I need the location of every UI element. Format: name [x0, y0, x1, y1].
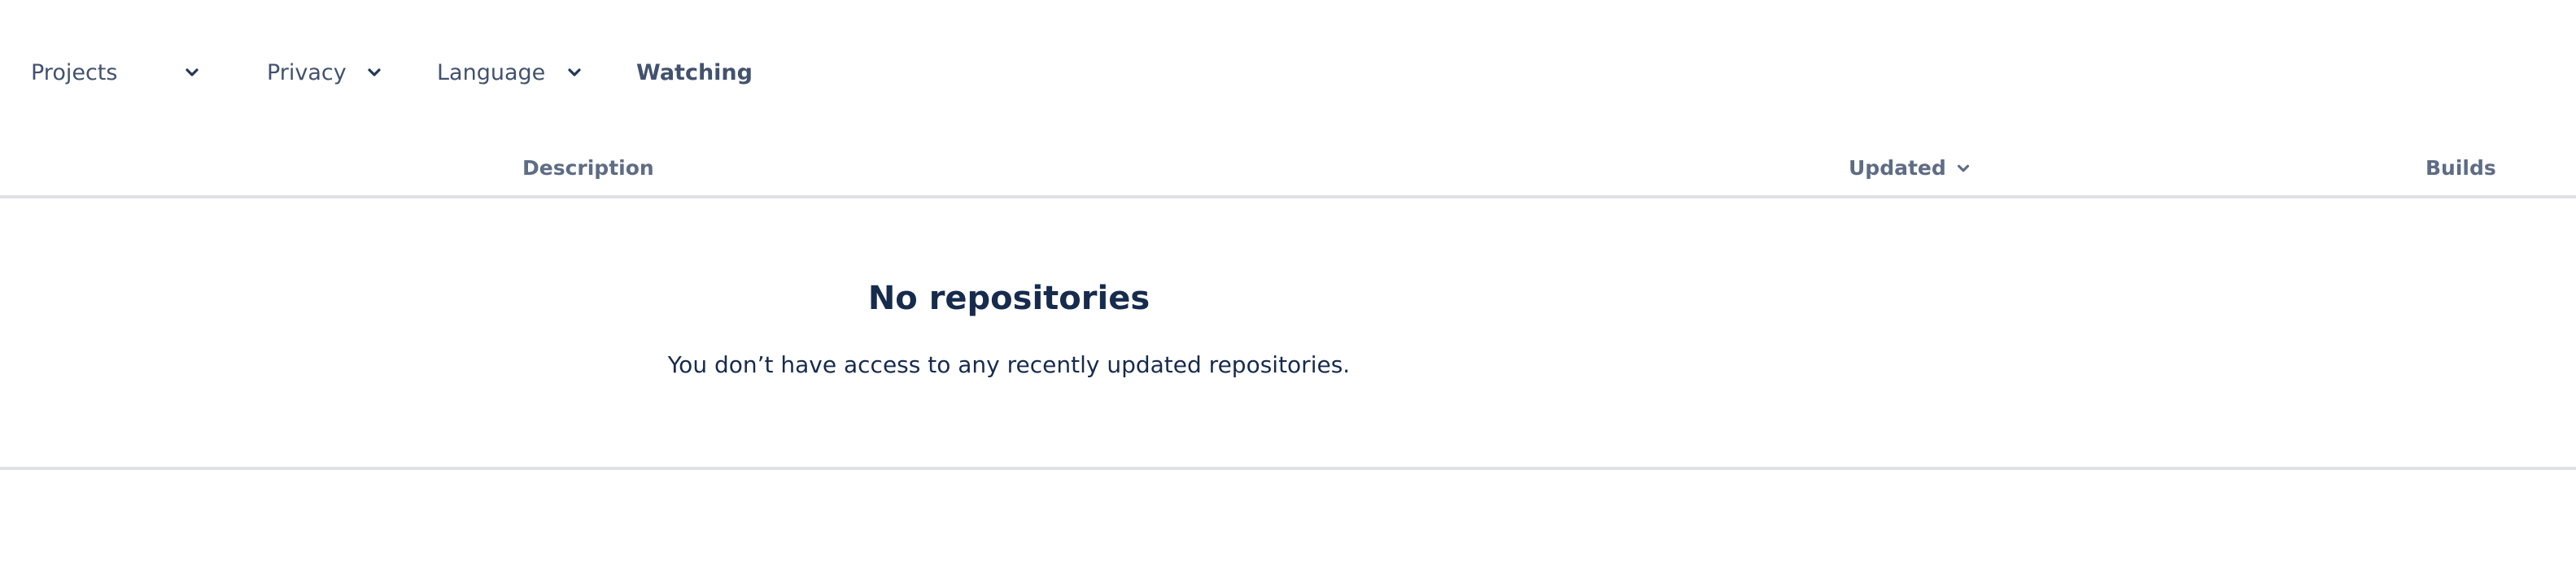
- privacy-filter-dropdown[interactable]: Privacy: [267, 52, 384, 93]
- description-column-header: Description: [522, 156, 654, 180]
- projects-filter-label: Projects: [31, 59, 118, 85]
- projects-filter-dropdown[interactable]: Projects: [31, 52, 202, 93]
- table-header-row: Description Updated Builds: [0, 146, 2576, 198]
- empty-state-title: No repositories: [867, 280, 1150, 317]
- updated-header-label: Updated: [1849, 156, 1946, 180]
- watching-filter-toggle[interactable]: Watching: [636, 52, 753, 93]
- empty-state-message: You don’t have access to any recently up…: [667, 351, 1351, 378]
- chevron-down-icon: [182, 63, 202, 82]
- chevron-down-icon: [565, 63, 584, 82]
- builds-column-header: Builds: [2425, 156, 2496, 180]
- watching-filter-label: Watching: [636, 59, 753, 85]
- filter-bar: Projects Privacy Language Watching: [0, 52, 2576, 93]
- updated-column-header[interactable]: Updated: [1849, 156, 1972, 180]
- language-filter-label: Language: [437, 59, 546, 85]
- empty-state: No repositories You don’t have access to…: [0, 198, 2576, 467]
- divider: [0, 467, 2576, 470]
- chevron-down-icon: [1954, 159, 1972, 177]
- description-header-label: Description: [522, 156, 654, 180]
- privacy-filter-label: Privacy: [267, 59, 347, 85]
- repositories-page: Projects Privacy Language Watching Descr…: [0, 0, 2576, 579]
- language-filter-dropdown[interactable]: Language: [437, 52, 584, 93]
- builds-header-label: Builds: [2425, 156, 2496, 180]
- chevron-down-icon: [365, 63, 384, 82]
